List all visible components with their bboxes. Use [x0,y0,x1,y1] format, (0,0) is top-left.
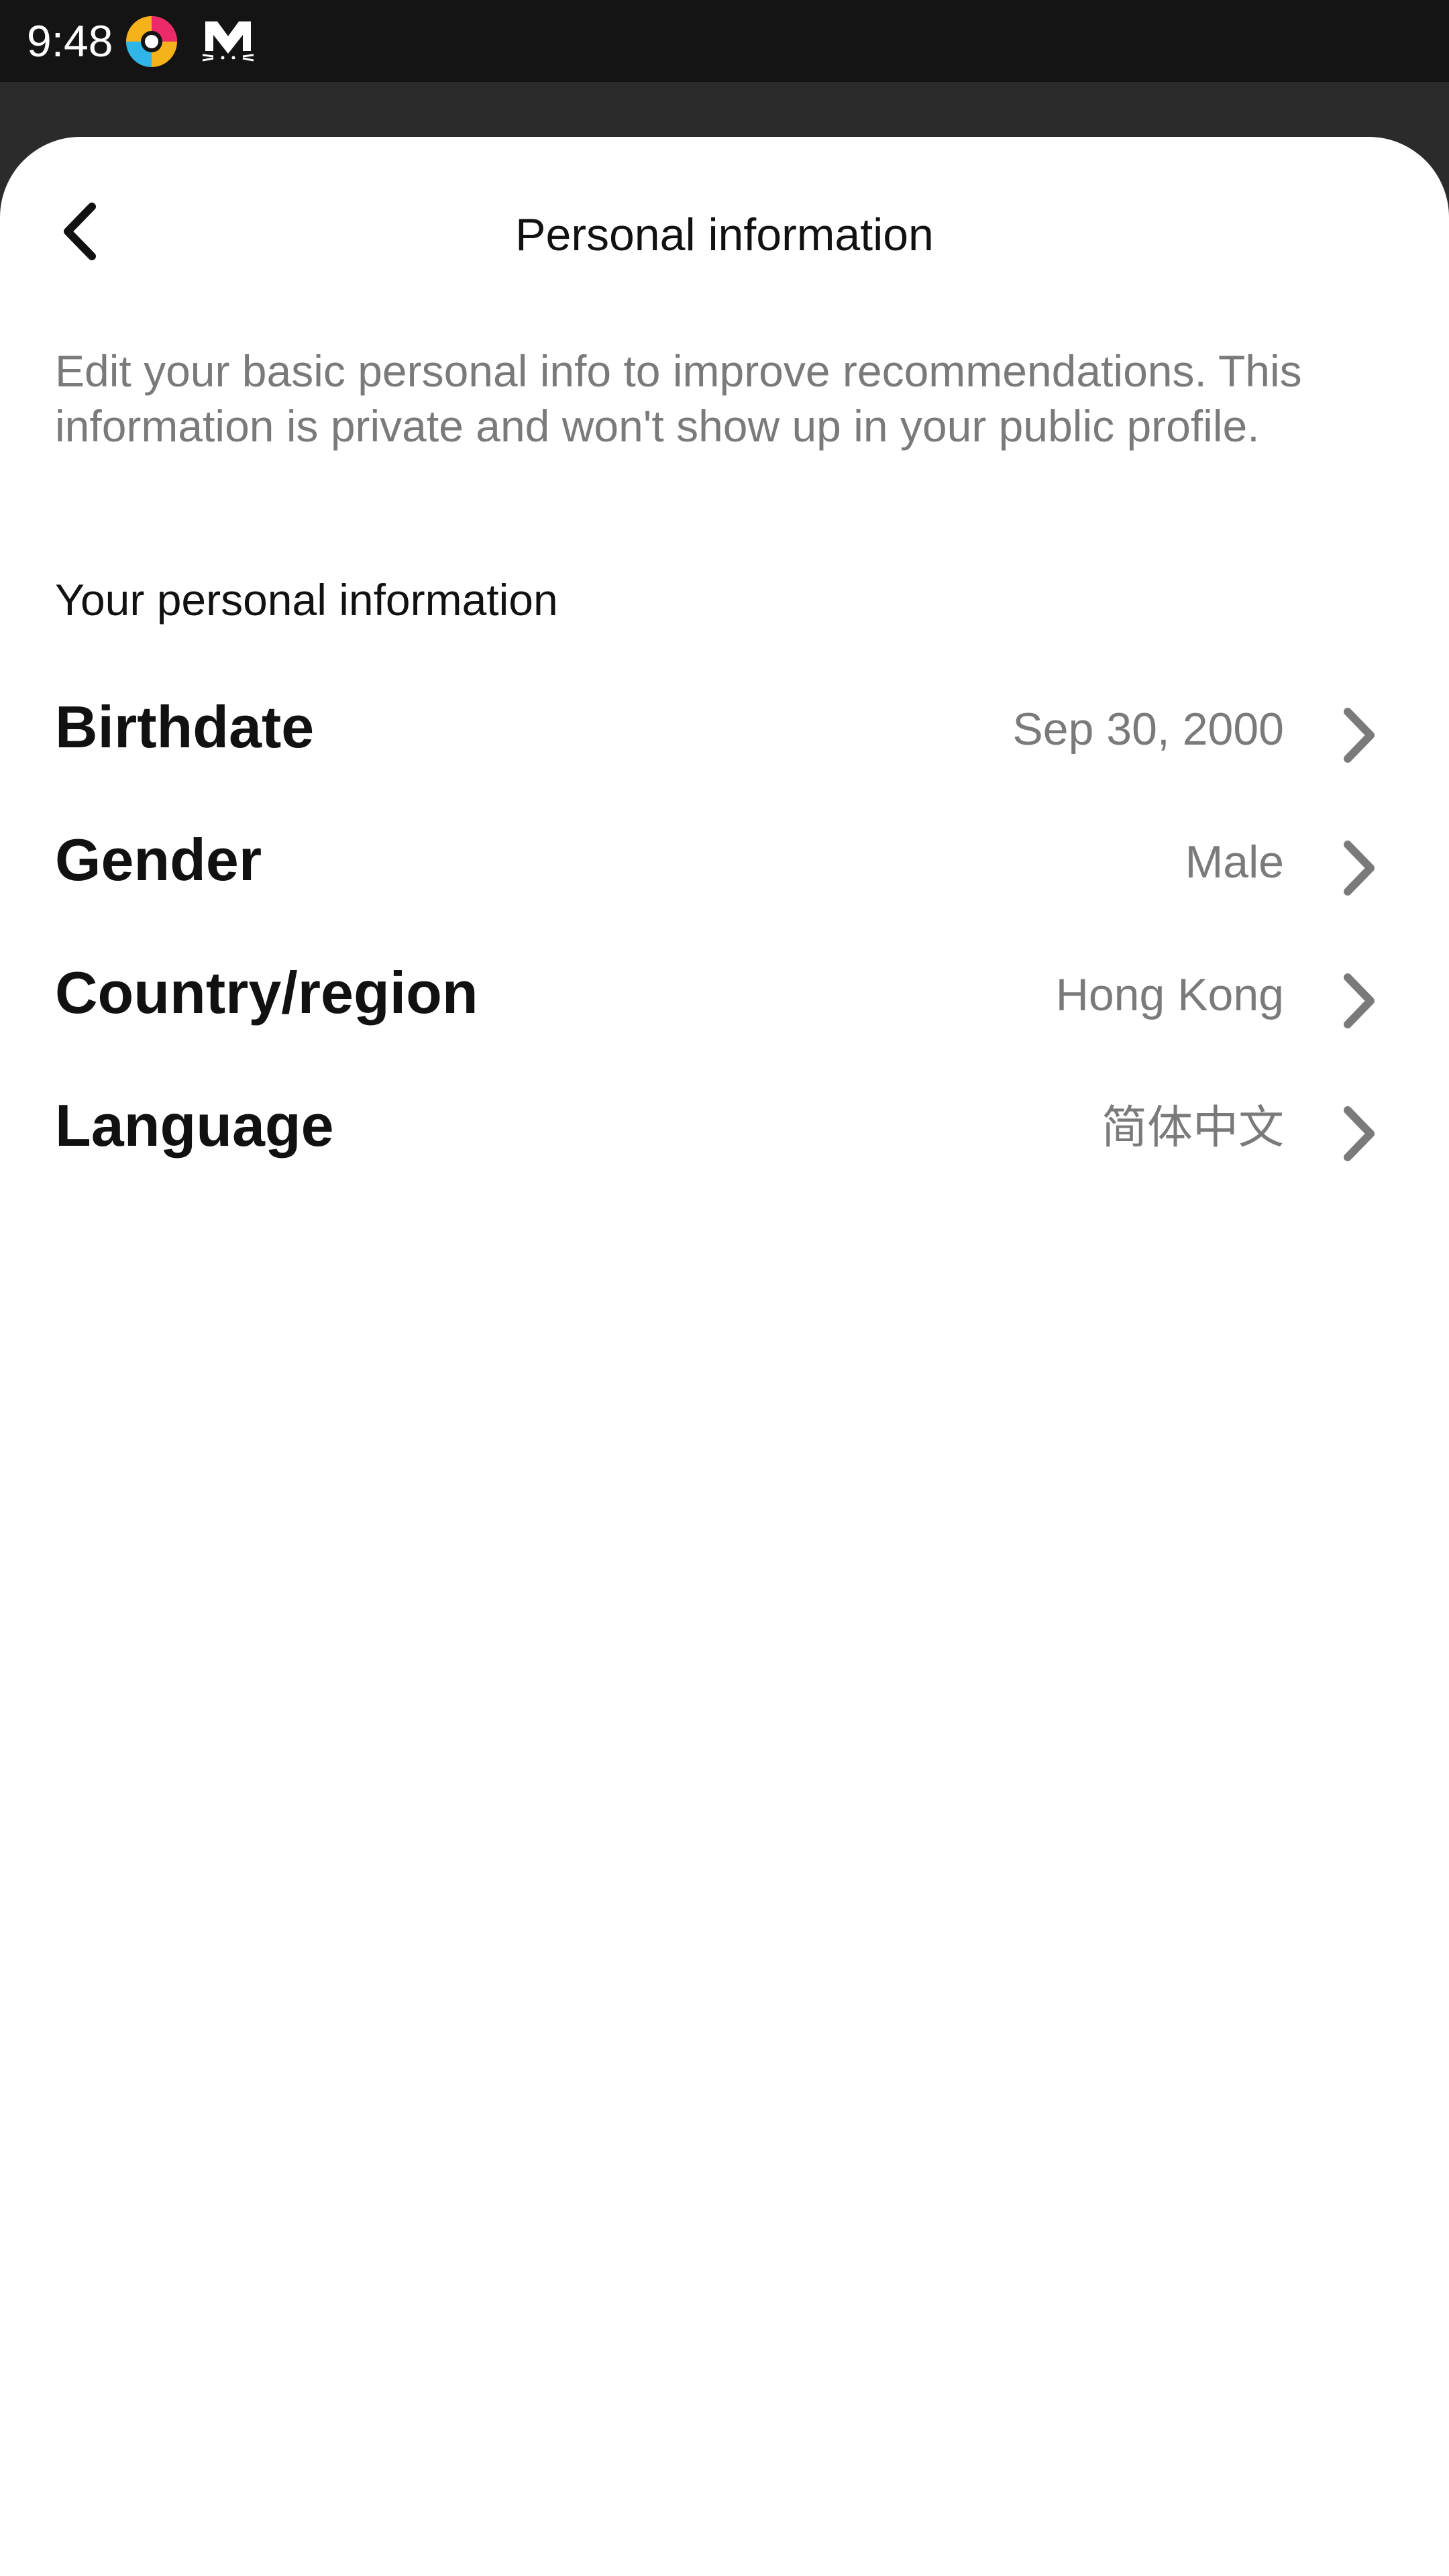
birthdate-row[interactable]: Birthdate Sep 30, 2000 [0,671,1449,804]
mail-cat-icon [202,21,254,62]
status-time: 9:48 [27,16,113,66]
gender-row[interactable]: Gender Male [0,804,1449,936]
chevron-right-icon [1330,967,1390,1034]
chevron-right-icon [1330,835,1390,902]
country-region-row[interactable]: Country/region Hong Kong [0,936,1449,1069]
section-header: Your personal information [55,575,558,625]
gender-value: Male [1185,837,1284,888]
status-bar: 9:48 [0,0,1449,82]
chevron-right-icon [1330,702,1390,769]
language-row[interactable]: Language 简体中文 [0,1069,1449,1202]
gender-label: Gender [55,826,262,893]
chevron-right-icon [1330,1100,1390,1167]
page-title: Personal information [515,209,934,260]
screen: 9:48 Personal information Edit your basi… [0,0,1449,2576]
language-value: 简体中文 [1101,1102,1284,1153]
country-region-value: Hong Kong [1055,969,1284,1020]
language-label: Language [55,1092,334,1159]
browser-app-icon [126,16,177,67]
description-text: Edit your basic personal info to improve… [55,346,1302,451]
birthdate-label: Birthdate [55,694,315,760]
country-region-label: Country/region [55,959,478,1026]
birthdate-value: Sep 30, 2000 [1012,704,1284,755]
personal-info-sheet [0,137,1449,2576]
personal-info-list: Birthdate Sep 30, 2000 Gender Male Count… [0,671,1449,1202]
